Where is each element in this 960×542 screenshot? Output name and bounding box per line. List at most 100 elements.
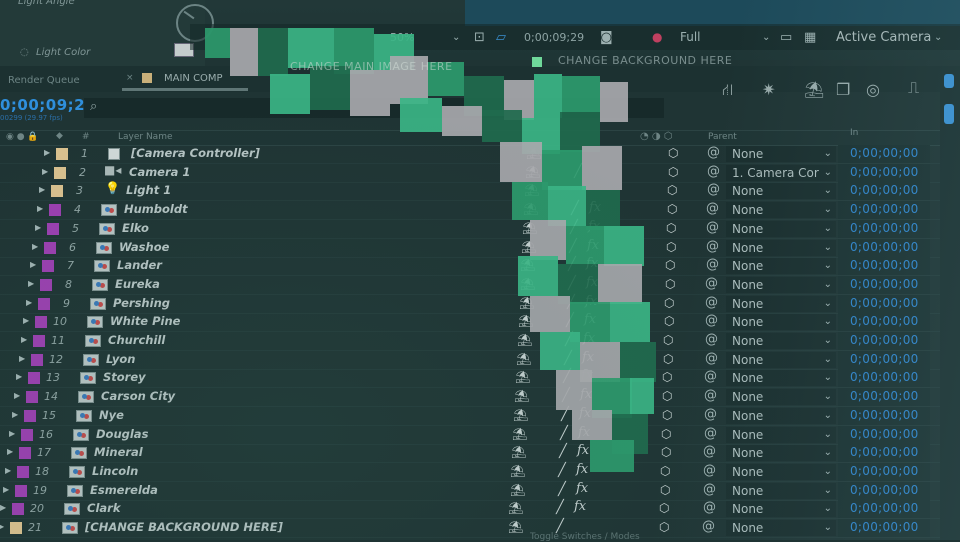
layer-name[interactable]: Pershing [113, 296, 170, 310]
expand-triangle-icon[interactable]: ▶ [0, 503, 6, 512]
parent-dropdown[interactable]: None ⌄ [726, 239, 836, 256]
layer-row[interactable]: ▶ 20 Clark ⛱ ╱ fx ⬡ @ None ⌄ 0;00;00;00 [0, 499, 950, 520]
parent-dropdown[interactable]: 1. Camera Cor ⌄ [726, 164, 836, 181]
parent-dropdown[interactable]: None ⌄ [726, 202, 836, 219]
parent-dropdown[interactable]: None ⌄ [726, 314, 836, 331]
effects-switch-icon[interactable]: fx [574, 499, 586, 514]
parent-dropdown[interactable]: None ⌄ [726, 520, 836, 536]
parent-dropdown[interactable]: None ⌄ [726, 463, 836, 480]
layer-name[interactable]: Mineral [94, 445, 143, 459]
stopwatch-icon[interactable]: ◌ [20, 47, 29, 58]
in-point-timecode[interactable]: 0;00;00;00 [850, 258, 919, 272]
in-point-timecode[interactable]: 0;00;00;00 [850, 146, 919, 160]
shy-layers-icon[interactable]: ⛱ [804, 80, 824, 99]
expand-triangle-icon[interactable]: ▶ [5, 466, 11, 475]
parent-dropdown[interactable]: None ⌄ [726, 407, 836, 424]
in-point-timecode[interactable]: 0;00;00;00 [850, 501, 919, 515]
quality-switch-icon[interactable]: ╱ [556, 500, 564, 515]
parent-dropdown[interactable]: None ⌄ [726, 333, 836, 349]
frame-blending-icon[interactable]: ❐ [836, 80, 850, 99]
expand-triangle-icon[interactable]: ▶ [19, 354, 25, 363]
parent-dropdown[interactable]: None ⌄ [726, 445, 836, 462]
current-time-display[interactable]: 0;00;09;29 [0, 96, 96, 114]
in-point-timecode[interactable]: 0;00;00;00 [850, 389, 919, 403]
in-point-timecode[interactable]: 0;00;00;00 [850, 183, 919, 197]
expand-triangle-icon[interactable]: ▶ [9, 429, 15, 438]
in-point-timecode[interactable]: 0;00;00;00 [850, 352, 919, 366]
layer-name[interactable]: [CHANGE BACKGROUND HERE] [85, 520, 283, 534]
expand-triangle-icon[interactable]: ▶ [3, 485, 9, 494]
in-point-timecode[interactable]: 0;00;00;00 [850, 165, 919, 179]
in-point-timecode[interactable]: 0;00;00;00 [850, 314, 919, 328]
shy-switch-icon[interactable]: ⛱ [508, 520, 523, 534]
composition-flowchart-icon[interactable]: ⛙ [722, 80, 733, 101]
resolution-chevron-icon[interactable]: ⌄ [762, 32, 770, 43]
expand-triangle-icon[interactable]: ▶ [39, 185, 45, 194]
in-point-timecode[interactable]: 0;00;00;00 [850, 520, 919, 534]
layer-name[interactable]: Douglas [96, 427, 148, 441]
parent-dropdown[interactable]: None ⌄ [726, 426, 836, 443]
expand-triangle-icon[interactable]: ▶ [37, 204, 43, 213]
layer-name[interactable]: Elko [122, 221, 149, 235]
parent-dropdown[interactable]: None ⌄ [726, 276, 836, 293]
in-point-timecode[interactable]: 0;00;00;00 [850, 445, 919, 459]
toggle-grid-icon[interactable]: ▦ [804, 30, 816, 45]
layer-name[interactable]: Light 1 [126, 183, 171, 197]
in-point-timecode[interactable]: 0;00;00;00 [850, 483, 919, 497]
expand-triangle-icon[interactable]: ▶ [7, 447, 13, 456]
layer-name[interactable]: Esmerelda [90, 483, 158, 497]
layer-name[interactable]: Nye [99, 408, 124, 422]
in-point-timecode[interactable]: 0;00;00;00 [850, 202, 919, 216]
layer-name[interactable]: Lincoln [92, 464, 138, 478]
tab-render-queue[interactable]: Render Queue [8, 75, 80, 86]
time-indicator-handle[interactable] [944, 104, 954, 124]
expand-triangle-icon[interactable]: ▶ [12, 410, 18, 419]
timeline-scroll-area[interactable] [940, 70, 960, 540]
expand-triangle-icon[interactable]: ▶ [28, 279, 34, 288]
parent-dropdown[interactable]: None ⌄ [726, 183, 836, 200]
parent-dropdown[interactable]: None ⌄ [726, 501, 836, 518]
parent-dropdown[interactable]: None ⌄ [726, 146, 836, 162]
parent-dropdown[interactable]: None ⌄ [726, 351, 836, 368]
shy-switch-icon[interactable]: ⛱ [508, 501, 523, 515]
layer-name[interactable]: Storey [103, 370, 146, 384]
expand-triangle-icon[interactable]: ▶ [42, 167, 48, 176]
layer-name[interactable]: Lyon [106, 352, 136, 366]
draft-3d-icon[interactable]: ✷ [762, 80, 775, 99]
in-point-timecode[interactable]: 0;00;00;00 [850, 427, 919, 441]
parent-dropdown[interactable]: None ⌄ [726, 220, 836, 237]
layer-row[interactable]: ▶ 21 [CHANGE BACKGROUND HERE] ⛱ ╱ ⬡ @ None ⌄ 0;00… [0, 519, 950, 538]
layer-name[interactable]: Eureka [115, 277, 160, 291]
expand-triangle-icon[interactable]: ▶ [0, 522, 4, 531]
layer-name[interactable]: Lander [117, 258, 162, 272]
layer-name[interactable]: White Pine [110, 314, 180, 328]
parent-dropdown[interactable]: None ⌄ [726, 295, 836, 312]
expand-triangle-icon[interactable]: ▶ [23, 316, 29, 325]
toggle-switches-modes[interactable]: Toggle Switches / Modes [530, 532, 640, 542]
expand-triangle-icon[interactable]: ▶ [26, 298, 32, 307]
expand-triangle-icon[interactable]: ▶ [44, 148, 50, 157]
graph-editor-icon[interactable]: ⎍ [908, 78, 919, 98]
expand-triangle-icon[interactable]: ▶ [35, 223, 41, 232]
fast-previews-icon[interactable]: ▭ [780, 30, 792, 45]
layer-name[interactable]: Washoe [119, 240, 169, 254]
layer-name[interactable]: Humboldt [124, 202, 188, 216]
parent-dropdown[interactable]: None ⌄ [726, 389, 836, 406]
parent-pickwhip-icon[interactable]: @ [703, 500, 716, 515]
parent-dropdown[interactable]: None ⌄ [726, 258, 836, 275]
in-point-timecode[interactable]: 0;00;00;00 [850, 333, 919, 347]
parent-pickwhip-icon[interactable]: @ [702, 519, 715, 534]
work-area-start-handle[interactable] [944, 74, 954, 88]
expand-triangle-icon[interactable]: ▶ [14, 391, 20, 400]
layer-name[interactable]: Carson City [101, 389, 175, 403]
in-point-timecode[interactable]: 0;00;00;00 [850, 296, 919, 310]
3d-layer-icon[interactable]: ⬡ [659, 520, 669, 534]
in-point-timecode[interactable]: 0;00;00;00 [850, 464, 919, 478]
in-point-timecode[interactable]: 0;00;00;00 [850, 240, 919, 254]
close-tab-icon[interactable]: × [126, 73, 134, 83]
layer-name-column-header[interactable]: Layer Name [118, 132, 173, 142]
in-point-timecode[interactable]: 0;00;00;00 [850, 408, 919, 422]
3d-layer-icon[interactable]: ⬡ [659, 501, 669, 515]
motion-blur-icon[interactable]: ◎ [866, 80, 880, 99]
expand-triangle-icon[interactable]: ▶ [32, 242, 38, 251]
